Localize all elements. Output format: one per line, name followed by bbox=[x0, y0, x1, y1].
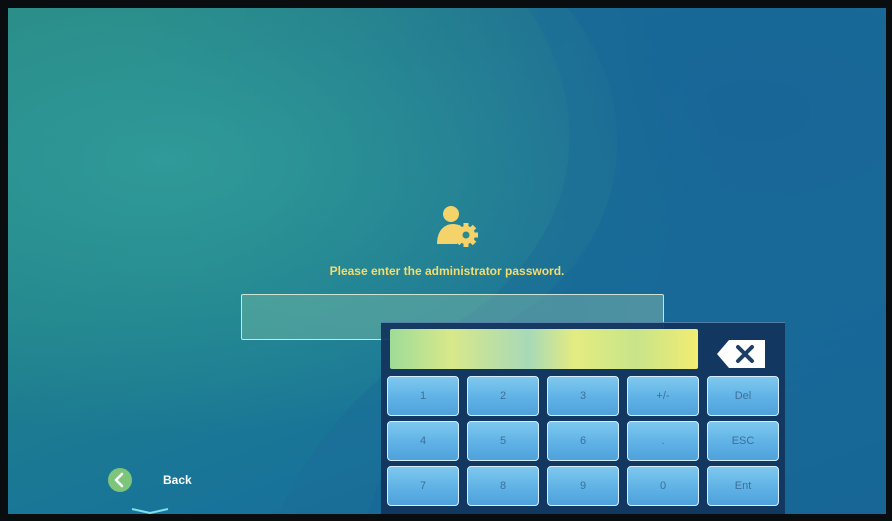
key-1[interactable]: 1 bbox=[387, 376, 459, 416]
keypad-grid: 1 2 3 +/- Del 4 5 6 . ESC 7 8 9 0 Ent bbox=[387, 376, 781, 506]
back-button[interactable]: Back bbox=[108, 468, 218, 494]
bottom-handle-icon[interactable] bbox=[130, 508, 170, 514]
key-decimal[interactable]: . bbox=[627, 421, 699, 461]
admin-settings-icon bbox=[437, 206, 478, 247]
numeric-keypad: 1 2 3 +/- Del 4 5 6 . ESC 7 8 9 0 Ent bbox=[381, 322, 785, 514]
login-screen: Please enter the administrator password.… bbox=[8, 8, 886, 514]
key-enter[interactable]: Ent bbox=[707, 466, 779, 506]
key-del[interactable]: Del bbox=[707, 376, 779, 416]
key-6[interactable]: 6 bbox=[547, 421, 619, 461]
password-prompt: Please enter the administrator password. bbox=[329, 264, 565, 278]
key-plus-minus[interactable]: +/- bbox=[627, 376, 699, 416]
key-9[interactable]: 9 bbox=[547, 466, 619, 506]
backspace-icon[interactable] bbox=[715, 339, 767, 369]
key-0[interactable]: 0 bbox=[627, 466, 699, 506]
key-2[interactable]: 2 bbox=[467, 376, 539, 416]
key-5[interactable]: 5 bbox=[467, 421, 539, 461]
chevron-left-icon bbox=[108, 468, 132, 492]
back-label: Back bbox=[163, 473, 192, 487]
keypad-display[interactable] bbox=[390, 329, 698, 369]
key-3[interactable]: 3 bbox=[547, 376, 619, 416]
key-8[interactable]: 8 bbox=[467, 466, 539, 506]
key-esc[interactable]: ESC bbox=[707, 421, 779, 461]
key-7[interactable]: 7 bbox=[387, 466, 459, 506]
key-4[interactable]: 4 bbox=[387, 421, 459, 461]
